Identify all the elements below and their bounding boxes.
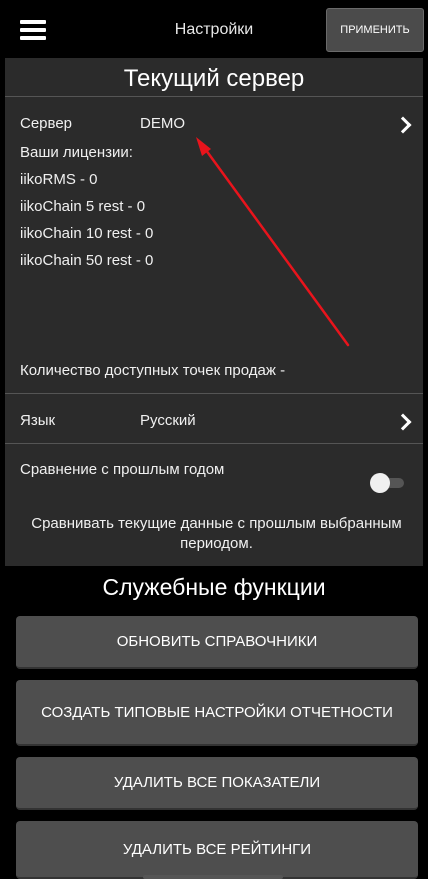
chevron-right-icon [394, 116, 412, 134]
current-server-panel: Текущий сервер Сервер DEMO Ваши лицензии… [5, 58, 423, 566]
language-value: Русский [140, 412, 196, 429]
update-references-button[interactable]: ОБНОВИТЬ СПРАВОЧНИКИ [16, 616, 418, 669]
compare-description: Сравнивать текущие данные с прошлым выбр… [31, 515, 402, 552]
chevron-right-icon [394, 413, 412, 431]
toggle-knob [370, 473, 390, 493]
server-label: Сервер [20, 115, 73, 132]
license-item: iikoChain 10 rest - 0 [20, 225, 154, 242]
create-report-settings-button[interactable]: СОЗДАТЬ ТИПОВЫЕ НАСТРОЙКИ ОТЧЕТНОСТИ [16, 680, 418, 746]
delete-all-indicators-button[interactable]: УДАЛИТЬ ВСЕ ПОКАЗАТЕЛИ [16, 757, 418, 810]
license-item: iikoChain 5 rest - 0 [20, 198, 146, 215]
language-row[interactable]: Язык Русский [5, 394, 423, 443]
server-value: DEMO [140, 115, 185, 132]
apply-button[interactable]: ПРИМЕНИТЬ [326, 8, 424, 52]
divider [5, 96, 423, 97]
license-item: iikoChain 50 rest - 0 [20, 252, 154, 269]
compare-label: Сравнение с прошлым годом [20, 461, 225, 478]
top-bar: Настройки ПРИМЕНИТЬ [0, 0, 428, 58]
delete-all-ratings-button[interactable]: УДАЛИТЬ ВСЕ РЕЙТИНГИ [16, 821, 418, 879]
server-row[interactable]: Сервер DEMO [5, 102, 423, 144]
language-label: Язык [20, 412, 56, 429]
home-indicator [143, 875, 283, 879]
points-of-sale-count: Количество доступных точек продаж - [20, 362, 286, 379]
divider [5, 443, 423, 444]
current-server-title: Текущий сервер [123, 65, 305, 92]
compare-toggle[interactable] [370, 473, 406, 493]
license-item: iikoRMS - 0 [20, 171, 98, 188]
service-functions-title: Служебные функции [102, 574, 326, 600]
licenses-label: Ваши лицензии: [20, 144, 133, 161]
